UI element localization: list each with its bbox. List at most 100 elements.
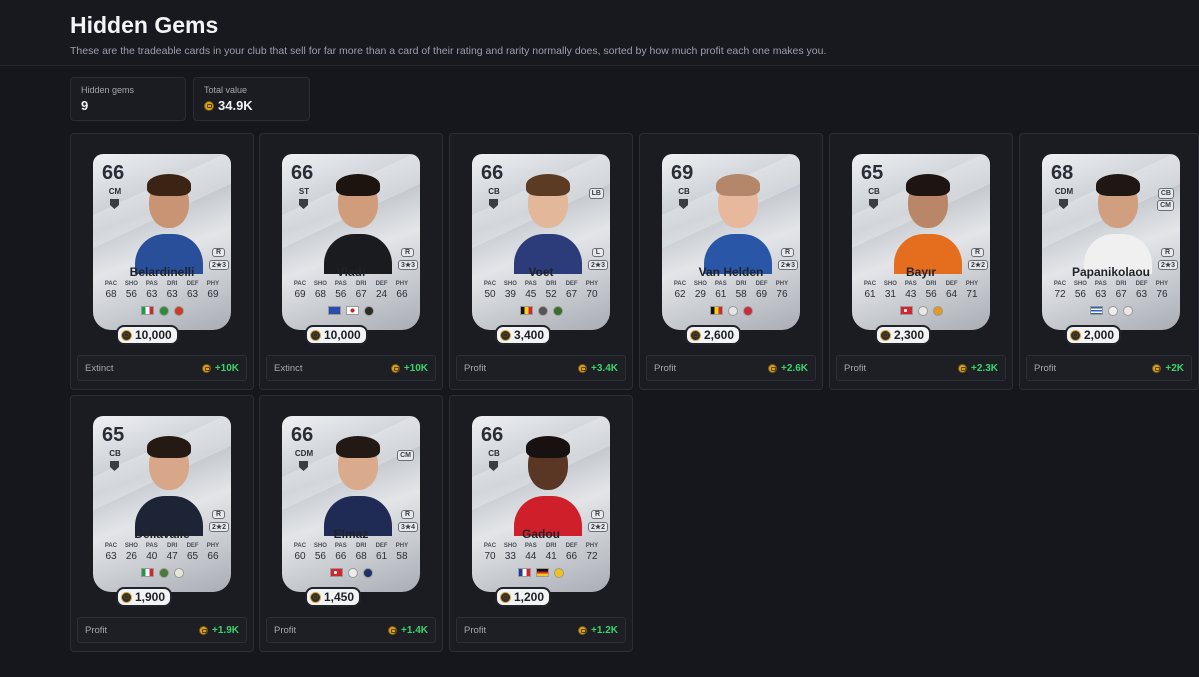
- profit-value: +1.2K: [591, 624, 618, 636]
- profit-amount: +10K: [201, 363, 239, 374]
- player-rating: 66: [102, 162, 125, 184]
- stat-value: 66: [335, 551, 347, 562]
- price-value: 2,600: [704, 328, 735, 342]
- alt-position-badge: CM: [1157, 200, 1174, 211]
- tile-footer: Profit +2K: [1026, 355, 1192, 381]
- stat-header: PAS: [334, 543, 347, 549]
- profit-amount: +2K: [1152, 363, 1184, 374]
- preferred-foot-badge: R: [780, 248, 794, 257]
- player-tile[interactable]: 69 CB R 2★3 Van Helden PAC SHO PAS DRI DEF PH…: [639, 133, 823, 390]
- player-tile[interactable]: 68 CDM CB CM R 2★3 Papanikolaou PAC SHO PA…: [1019, 133, 1199, 390]
- player-name: Dellavalle: [134, 527, 190, 541]
- club-badge-icon: [173, 568, 184, 578]
- stat-value: 63: [166, 289, 178, 300]
- rarity-shield-icon: [679, 199, 688, 209]
- stat-value: 69: [207, 289, 219, 300]
- stat-header: SHO: [1073, 281, 1087, 287]
- tile-footer: Profit +1.2K: [456, 617, 626, 643]
- stat-value: 71: [966, 289, 978, 300]
- page-header: Hidden Gems These are the tradeable card…: [0, 0, 1199, 66]
- stat-value: 63: [1136, 289, 1148, 300]
- stat-header: SHO: [503, 281, 517, 287]
- stat-values: 69 68 56 67 24 66: [290, 289, 412, 300]
- player-tile[interactable]: 65 CB R 2★2 Bayır PAC SHO PAS DRI DEF PHY 61 3…: [829, 133, 1013, 390]
- coin-icon: [578, 625, 588, 635]
- footer-label: Profit: [85, 624, 108, 636]
- player-name: Vladi: [336, 265, 366, 279]
- stat-value: 33: [504, 551, 516, 562]
- total-value-label: Total value: [204, 85, 248, 95]
- stat-value: 69: [756, 289, 768, 300]
- stat-value: 63: [187, 289, 199, 300]
- player-rating: 68: [1051, 162, 1074, 184]
- stat-header: DRI: [356, 281, 367, 287]
- player-tile[interactable]: 66 CDM CM R 3★4 Elmaz PAC SHO PAS DRI DEF PHY…: [259, 395, 443, 652]
- alt-position-badge: LB: [588, 188, 604, 199]
- footer-label: Profit: [1034, 362, 1057, 374]
- price-tag: 2,600: [685, 325, 742, 345]
- stat-value: 72: [586, 551, 598, 562]
- profit-amount: +3.4K: [578, 363, 618, 374]
- tile-footer: Profit +3.4K: [456, 355, 626, 381]
- stat-headers: PAC SHO PAS DRI DEF PHY: [480, 543, 602, 549]
- stat-header: SHO: [693, 281, 707, 287]
- rarity-shield-icon: [110, 199, 119, 209]
- stat-value: 67: [566, 289, 578, 300]
- stat-header: DRI: [546, 281, 557, 287]
- price-value: 2,000: [1084, 328, 1115, 342]
- player-tile[interactable]: 66 CB R 2★2 Gadou PAC SHO PAS DRI DEF PHY 70 3…: [449, 395, 633, 652]
- hidden-gems-stat: Hidden gems 9: [70, 77, 186, 121]
- tile-footer: Extinct +10K: [266, 355, 436, 381]
- stat-header: PHY: [206, 543, 220, 549]
- nation-flag-icon: [1089, 306, 1103, 315]
- profit-amount: +10K: [390, 363, 428, 374]
- coin-icon: [310, 591, 321, 603]
- player-photo: [135, 426, 203, 536]
- coin-icon: [390, 363, 400, 373]
- player-tile[interactable]: 66 ST R 3★3 Vladi PAC SHO PAS DRI DEF PHY 69 6…: [259, 133, 443, 390]
- stat-header: PHY: [206, 281, 220, 287]
- coin-icon: [310, 329, 321, 341]
- player-photo: [514, 426, 582, 536]
- player-tile[interactable]: 66 CM R 2★3 Belardinelli PAC SHO PAS DRI DEF…: [70, 133, 254, 390]
- stat-value: 24: [376, 289, 388, 300]
- stat-value: 26: [125, 551, 137, 562]
- club-badge-icon: [1107, 306, 1118, 316]
- price-value: 2,300: [894, 328, 925, 342]
- player-rating: 66: [291, 162, 314, 184]
- stat-value: 68: [105, 289, 117, 300]
- player-rating: 65: [102, 424, 125, 446]
- club-badge-icon: [727, 306, 738, 316]
- price-tag: 3,400: [495, 325, 552, 345]
- stat-header: PAC: [673, 281, 687, 287]
- player-tile[interactable]: 66 CB LB L 2★3 Voet PAC SHO PAS DRI DEF PHY 5…: [449, 133, 633, 390]
- stat-headers: PAC SHO PAS DRI DEF PHY: [670, 281, 792, 287]
- profit-amount: +2.6K: [768, 363, 808, 374]
- stat-value: 70: [586, 289, 598, 300]
- coin-icon: [690, 329, 701, 341]
- coin-icon: [500, 591, 511, 603]
- tile-footer: Profit +1.4K: [266, 617, 436, 643]
- stat-value: 66: [566, 551, 578, 562]
- stat-header: PAC: [483, 281, 497, 287]
- stat-header: SHO: [124, 281, 138, 287]
- price-value: 10,000: [324, 328, 361, 342]
- preferred-foot-badge: R: [1160, 248, 1174, 257]
- price-value: 10,000: [135, 328, 172, 342]
- player-photo: [894, 164, 962, 274]
- player-tile[interactable]: 65 CB R 2★2 Dellavalle PAC SHO PAS DRI DEF PH…: [70, 395, 254, 652]
- footer-label: Extinct: [274, 362, 303, 374]
- player-position: ST: [298, 187, 310, 196]
- coin-icon: [121, 591, 132, 603]
- price-tag: 2,000: [1065, 325, 1122, 345]
- stat-value: 67: [355, 289, 367, 300]
- player-name: Elmaz: [333, 527, 369, 541]
- stat-values: 63 26 40 47 65 66: [101, 551, 223, 562]
- tile-footer: Extinct +10K: [77, 355, 247, 381]
- coin-icon: [500, 329, 511, 341]
- player-rating: 65: [861, 162, 884, 184]
- alt-position-badge: CM: [397, 450, 414, 461]
- player-name: Bayır: [905, 265, 937, 279]
- stat-header: SHO: [313, 543, 327, 549]
- stat-header: PAC: [863, 281, 877, 287]
